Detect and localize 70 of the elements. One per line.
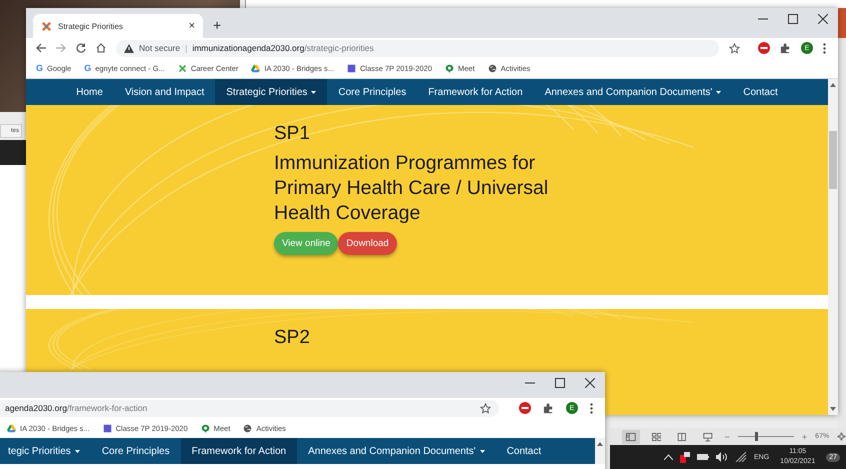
zoom-in-button[interactable]: + — [802, 432, 808, 442]
star-icon[interactable] — [480, 402, 491, 414]
scroll-up-icon[interactable] — [597, 442, 603, 446]
browser-tab[interactable]: Strategic Priorities × — [33, 14, 203, 38]
tab-close-button[interactable]: × — [188, 20, 195, 32]
nav-link[interactable]: Contact — [496, 438, 552, 464]
letter-logo-icon: G — [84, 64, 92, 72]
nav-link[interactable]: Framework for Action — [180, 438, 298, 464]
menu-icon[interactable] — [823, 42, 826, 54]
puzzle-icon[interactable] — [780, 42, 791, 54]
star-icon[interactable] — [729, 42, 740, 54]
stop-sign-icon[interactable] — [758, 42, 770, 54]
menu-icon[interactable] — [590, 402, 593, 414]
warning-icon — [124, 44, 134, 52]
nav-link[interactable]: Annexes and Companion Documents' — [297, 438, 496, 464]
nav-link[interactable]: Contact — [732, 79, 789, 105]
dark-bar — [0, 140, 26, 165]
section-code: SP2 — [274, 326, 311, 350]
back-icon[interactable] — [36, 43, 46, 53]
triangle-logo-icon — [251, 64, 260, 72]
scrollbar[interactable] — [595, 438, 605, 464]
zoom-out-button[interactable]: − — [724, 432, 730, 442]
url-text: immunizationagenda2030.org/strategic-priorities — [192, 43, 374, 53]
scroll-up-icon[interactable] — [830, 83, 836, 87]
maximize-icon[interactable] — [788, 14, 798, 24]
globe-icon — [488, 64, 497, 72]
square-icon — [102, 424, 112, 432]
battery-icon[interactable] — [697, 453, 709, 461]
normal-view-icon[interactable] — [622, 430, 640, 444]
nav-link[interactable]: Core Principles — [327, 79, 418, 105]
nav-link[interactable]: Core Principles — [90, 438, 181, 464]
slider-thumb[interactable] — [754, 432, 758, 441]
section-code: SP1 — [274, 122, 311, 146]
nav-link[interactable]: tegic Priorities — [0, 438, 91, 464]
cross-logo-icon — [41, 20, 52, 32]
section-title: Immunization Programmes for Primary Health Care / Universal Health Coverage — [274, 151, 550, 226]
nav-link[interactable]: Annexes and Companion Documents' — [534, 79, 732, 105]
url-text: agenda2030.org/framework-for-action — [5, 403, 148, 413]
scrollbar[interactable] — [828, 79, 838, 415]
maximize-icon[interactable] — [555, 378, 565, 388]
speaker-icon[interactable] — [716, 452, 728, 462]
letter-logo-icon: G — [36, 64, 44, 72]
tab-title: Strategic Priorities — [58, 22, 124, 30]
fit-icon[interactable] — [837, 431, 846, 442]
triangle-logo-icon — [7, 424, 16, 432]
download-button[interactable]: Download — [338, 232, 397, 255]
nav-link[interactable]: Vision and Impact — [114, 79, 216, 105]
reload-icon[interactable] — [76, 43, 86, 53]
chat-bubble-icon — [445, 64, 454, 72]
chat-bubble-icon — [200, 424, 210, 432]
stop-sign-icon[interactable] — [519, 402, 531, 414]
globe-icon — [243, 424, 252, 432]
security-label: Not secure — [139, 43, 180, 53]
square-icon — [347, 64, 356, 72]
close-icon[interactable] — [818, 14, 828, 24]
nav-link[interactable]: Framework for Action — [417, 79, 534, 105]
scroll-down-icon[interactable] — [830, 407, 836, 411]
home-icon[interactable] — [96, 43, 106, 53]
nav-link[interactable]: Home — [65, 79, 114, 105]
new-tab-button[interactable]: + — [213, 17, 222, 33]
separator-mark: | — [185, 43, 188, 53]
chevron-up-icon[interactable] — [664, 454, 673, 460]
puzzle-icon[interactable] — [543, 402, 554, 414]
address-bar[interactable]: Not secure | immunizationagenda2030.org/strategic-priorities — [116, 40, 719, 56]
scrollbar-thumb[interactable] — [829, 131, 837, 189]
close-icon[interactable] — [585, 378, 595, 388]
address-bar[interactable]: agenda2030.org/framework-for-action — [0, 400, 499, 416]
app-tray-icon[interactable] — [680, 452, 690, 462]
cross-logo-icon — [178, 64, 187, 72]
nav-link[interactable]: Strategic Priorities — [215, 79, 328, 105]
